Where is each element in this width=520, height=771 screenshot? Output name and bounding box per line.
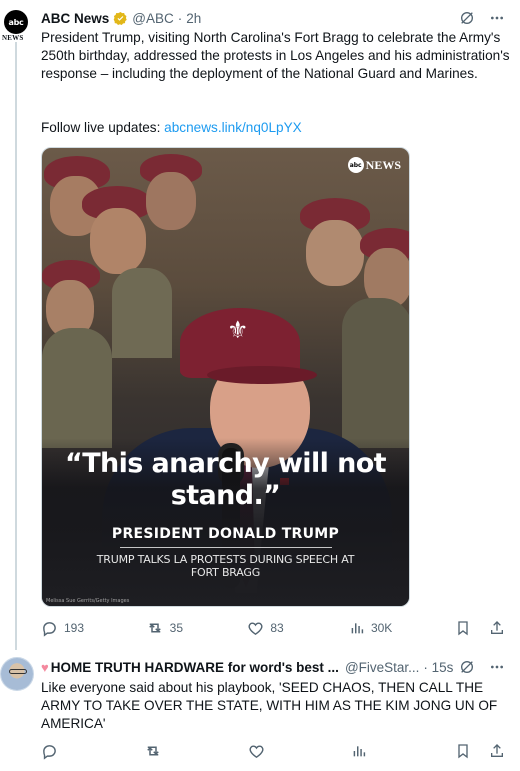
grok-icon[interactable]	[458, 9, 476, 27]
reply-count: 193	[64, 621, 85, 635]
heart-icon	[248, 621, 263, 635]
heart-icon	[249, 744, 263, 758]
avatar-photo	[9, 669, 27, 674]
sub-caption: TRUMP TALKS LA PROTESTS DURING SPEECH AT…	[96, 553, 355, 579]
reply-time[interactable]: · 15s	[423, 660, 453, 675]
reply-author-name[interactable]: HOME TRUTH HARDWARE for word's best ...	[51, 660, 339, 675]
analytics-icon	[351, 623, 364, 634]
abc-logo-icon: abc	[347, 157, 364, 173]
views-button[interactable]	[351, 743, 391, 759]
post-header: ABC News @ABC · 2h	[41, 9, 201, 27]
reply-icon	[43, 744, 56, 760]
speaker-name: PRESIDENT DONALD TRUMP	[111, 526, 340, 542]
like-button[interactable]: 83	[247, 620, 287, 637]
like-button[interactable]	[248, 743, 288, 760]
reply-button[interactable]	[41, 743, 81, 760]
background-soldier	[342, 298, 409, 448]
reply-icon	[43, 621, 56, 637]
separator-dot: ·	[177, 10, 183, 26]
follow-prefix: Follow live updates:	[41, 120, 165, 135]
reply-action-bar	[41, 741, 506, 761]
author-avatar[interactable]: abc	[4, 10, 28, 34]
repost-icon	[147, 746, 160, 756]
post-time[interactable]: 2h	[186, 11, 201, 26]
like-count: 83	[270, 621, 284, 635]
share-icon[interactable]	[488, 619, 506, 637]
background-soldier	[112, 268, 172, 358]
follow-link[interactable]: abcnews.link/nq0LpYX	[164, 120, 302, 135]
secondary-actions	[454, 619, 506, 637]
reply-author-avatar[interactable]	[0, 657, 34, 691]
author-name[interactable]: ABC News	[41, 11, 109, 26]
background-soldier	[90, 208, 146, 274]
more-options-icon[interactable]	[488, 9, 506, 27]
views-count: 30K	[370, 621, 393, 635]
reply-top-actions	[454, 658, 506, 676]
abc-news-watermark: abc NEWS	[347, 157, 401, 173]
background-soldier	[306, 220, 364, 286]
quote-text: “This anarchy will not stand.”	[65, 448, 387, 511]
share-icon[interactable]	[488, 742, 506, 760]
post-top-actions	[458, 9, 506, 27]
post-text: President Trump, visiting North Carolina…	[41, 30, 510, 81]
post-action-bar: 193 35 83 30K	[41, 618, 506, 638]
post-media-image[interactable]: ⚜ abc NEWS “This anarchy will not stand.…	[41, 147, 410, 607]
repost-button[interactable]: 35	[146, 619, 186, 637]
more-options-icon[interactable]	[488, 658, 506, 676]
avatar-label: NEWS	[2, 34, 24, 42]
repost-button[interactable]	[144, 742, 184, 760]
secondary-actions	[454, 742, 506, 760]
cap-emblem-icon: ⚜	[227, 316, 249, 344]
bookmark-icon[interactable]	[454, 619, 472, 637]
verified-badge-icon	[113, 11, 127, 25]
author-handle[interactable]: @ABC	[132, 11, 173, 26]
follow-updates-line: Follow live updates: abcnews.link/nq0LpY…	[41, 119, 302, 137]
reply-header: ♥ HOME TRUTH HARDWARE for word's best ..…	[41, 658, 506, 676]
watermark-text: NEWS	[365, 157, 401, 172]
avatar-photo	[1, 658, 33, 690]
reply-text: Like everyone said about his playbook, '…	[41, 680, 498, 731]
avatar-text: abc	[8, 17, 24, 27]
bookmark-icon[interactable]	[454, 742, 472, 760]
heart-emoji-icon: ♥	[41, 659, 49, 675]
thread-connector-line	[15, 42, 17, 650]
repost-count: 35	[169, 621, 184, 635]
speaker-figure	[207, 366, 317, 384]
grok-icon[interactable]	[458, 658, 476, 676]
repost-icon	[148, 623, 161, 633]
photo-credit: Melissa Sue Gerrits/Getty Images	[46, 598, 130, 604]
background-soldier	[146, 172, 196, 230]
caption-divider	[120, 547, 332, 548]
views-button[interactable]: 30K	[349, 620, 392, 636]
reply-button[interactable]: 193	[41, 620, 84, 637]
analytics-icon	[353, 746, 365, 757]
background-soldier	[42, 328, 112, 448]
reply-author-handle[interactable]: @FiveStar...	[345, 660, 419, 675]
